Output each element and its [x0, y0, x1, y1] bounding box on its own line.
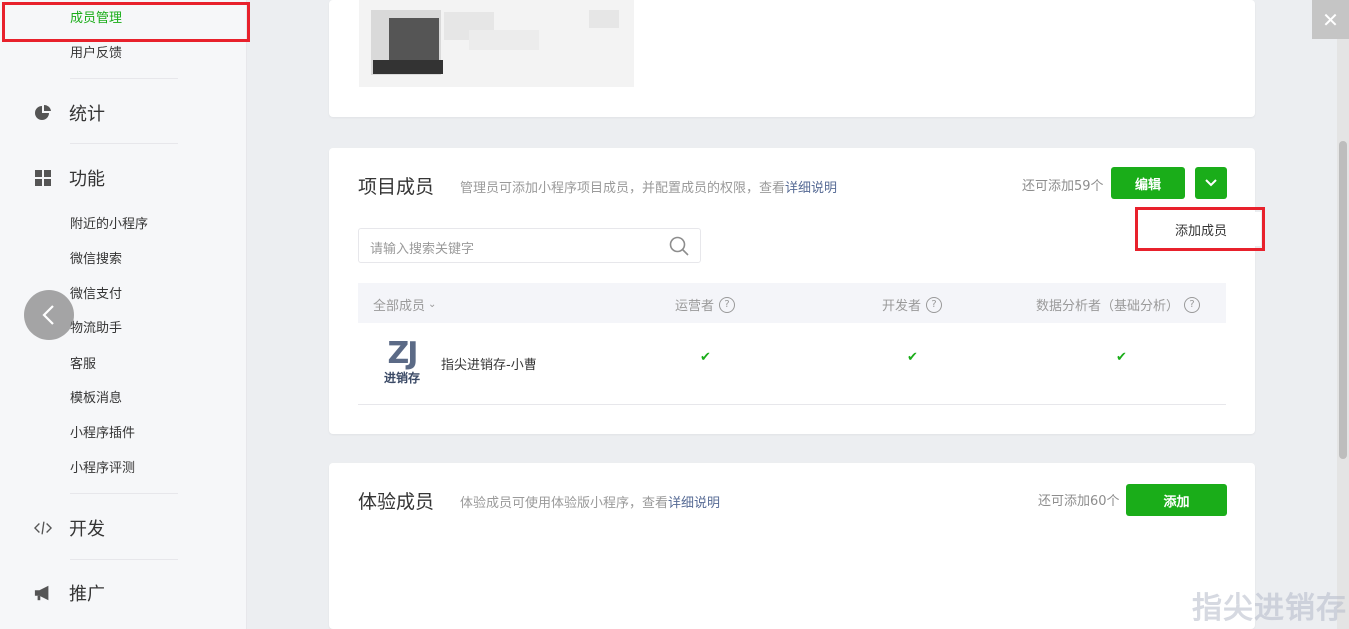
project-members-panel: 项目成员 管理员可添加小程序项目成员，并配置成员的权限，查看详细说明 还可添加5… — [329, 148, 1255, 434]
sidebar-item-plugins[interactable]: 小程序插件 — [70, 425, 135, 443]
nav-features-label: 功能 — [69, 169, 105, 190]
divider — [70, 493, 178, 494]
members-table-header: 全部成员 ⌄ 运营者? 开发者? 数据分析者（基础分析）? — [358, 283, 1226, 323]
add-trial-member-button[interactable]: 添加 — [1126, 484, 1227, 516]
col-all-label: 全部成员 — [373, 299, 426, 314]
sidebar-item-user-feedback[interactable]: 用户反馈 — [70, 45, 122, 63]
desc-text: 管理员可添加小程序项目成员，并配置成员的权限，查看 — [460, 181, 786, 196]
watermark: 指尖进销存 — [1192, 591, 1347, 626]
sidebar-item-nearby[interactable]: 附近的小程序 — [70, 216, 148, 234]
developer-check-icon[interactable]: ✔ — [907, 350, 918, 365]
avatar-logo-text: ZJ — [387, 336, 419, 371]
nav-promote[interactable]: 推广 — [34, 581, 105, 605]
member-search-input[interactable]: 请输入搜索关键字 — [358, 228, 701, 263]
trial-members-panel: 体验成员 体验成员可使用体验版小程序，查看详细说明 还可添加60个 添加 — [329, 463, 1255, 629]
help-icon[interactable]: ? — [1184, 296, 1201, 313]
highlight-box — [2, 2, 250, 42]
avatar: ZJ 进销存 — [376, 338, 428, 390]
col-operator: 运营者? — [675, 295, 736, 314]
member-name: 指尖进销存-小曹 — [441, 358, 537, 373]
nav-stats-label: 统计 — [69, 104, 105, 125]
divider — [70, 78, 178, 79]
nav-features[interactable]: 功能 — [34, 166, 105, 190]
nav-develop[interactable]: 开发 — [34, 516, 105, 540]
dropdown-toggle-button[interactable] — [1195, 167, 1227, 199]
project-members-desc: 管理员可添加小程序项目成员，并配置成员的权限，查看详细说明 — [460, 177, 837, 196]
trial-quota: 还可添加60个 — [1038, 494, 1120, 509]
divider — [70, 559, 178, 560]
col-developer-label: 开发者 — [882, 299, 922, 314]
megaphone-icon — [34, 584, 52, 602]
details-link[interactable]: 详细说明 — [785, 181, 837, 196]
project-quota: 还可添加59个 — [1022, 179, 1104, 194]
scrollbar-thumb[interactable] — [1339, 141, 1347, 459]
nav-develop-label: 开发 — [69, 519, 105, 540]
col-developer: 开发者? — [882, 295, 943, 314]
back-button[interactable] — [24, 290, 74, 340]
blurred-qr-code — [359, 0, 634, 87]
close-icon: ✕ — [1322, 7, 1339, 32]
details-link[interactable]: 详细说明 — [668, 496, 720, 511]
project-members-title: 项目成员 — [358, 176, 435, 198]
highlight-box — [1135, 207, 1265, 251]
nav-stats[interactable]: 统计 — [34, 101, 105, 125]
sidebar-item-template-message[interactable]: 模板消息 — [70, 390, 122, 408]
trial-members-desc: 体验成员可使用体验版小程序，查看详细说明 — [460, 492, 720, 511]
trial-members-title: 体验成员 — [358, 491, 435, 513]
col-analyst-label: 数据分析者（基础分析） — [1036, 299, 1180, 314]
nav-promote-label: 推广 — [69, 584, 105, 605]
sidebar-item-logistics[interactable]: 物流助手 — [70, 320, 122, 338]
sidebar-item-customer-service[interactable]: 客服 — [70, 356, 96, 374]
avatar-logo-subtext: 进销存 — [383, 371, 420, 385]
table-row: ZJ 进销存 指尖进销存-小曹 ✔ ✔ ✔ — [358, 323, 1226, 405]
help-icon[interactable]: ? — [926, 296, 943, 313]
chevron-down-icon — [1205, 179, 1217, 187]
search-placeholder: 请输入搜索关键字 — [370, 242, 475, 257]
divider — [70, 143, 178, 144]
filter-all-members[interactable]: 全部成员 ⌄ — [373, 295, 436, 314]
edit-button[interactable]: 编辑 — [1111, 167, 1185, 199]
account-info-panel — [329, 0, 1255, 117]
chevron-left-icon — [42, 305, 54, 325]
close-button[interactable]: ✕ — [1312, 0, 1349, 39]
desc-text: 体验成员可使用体验版小程序，查看 — [460, 496, 669, 511]
help-icon[interactable]: ? — [719, 296, 736, 313]
analyst-check-icon[interactable]: ✔ — [1116, 350, 1127, 365]
pie-chart-icon — [34, 104, 52, 122]
code-icon — [34, 519, 52, 537]
operator-check-icon[interactable]: ✔ — [700, 350, 711, 365]
search-icon — [669, 236, 689, 260]
col-analyst: 数据分析者（基础分析）? — [1036, 295, 1201, 314]
sidebar-item-wechat-pay[interactable]: 微信支付 — [70, 286, 122, 304]
grid-icon — [34, 169, 52, 187]
sidebar-item-evaluation[interactable]: 小程序评测 — [70, 460, 135, 478]
sidebar-item-wechat-search[interactable]: 微信搜索 — [70, 251, 122, 269]
col-operator-label: 运营者 — [675, 299, 715, 314]
caret-down-icon: ⌄ — [428, 299, 437, 310]
